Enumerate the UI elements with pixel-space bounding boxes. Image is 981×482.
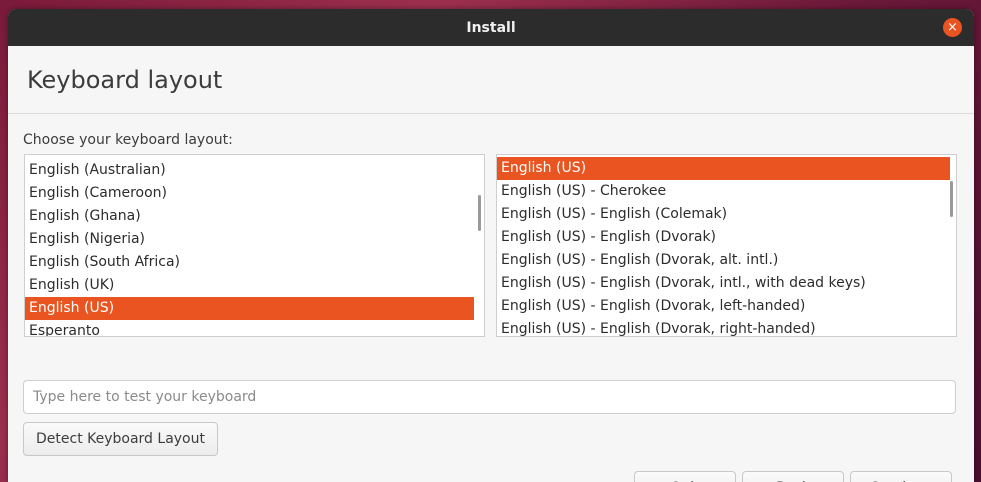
- list-item[interactable]: English (Australian): [25, 159, 474, 182]
- left-list-scrollbar[interactable]: [478, 195, 481, 231]
- page-header: Keyboard layout: [8, 46, 974, 114]
- detect-layout-button[interactable]: Detect Keyboard Layout: [23, 422, 218, 456]
- keyboard-test-input[interactable]: [23, 380, 956, 414]
- list-item-selected[interactable]: English (US): [25, 297, 474, 320]
- quit-button[interactable]: Quit: [634, 471, 736, 482]
- window-title: Install: [466, 19, 516, 36]
- layout-prompt: Choose your keyboard layout:: [23, 132, 233, 148]
- list-item[interactable]: English (South Africa): [25, 251, 474, 274]
- list-item[interactable]: English (US) - English (Dvorak, intl., w…: [497, 272, 950, 295]
- list-item[interactable]: English (UK): [25, 274, 474, 297]
- list-item[interactable]: English (Nigeria): [25, 228, 474, 251]
- list-item[interactable]: English (US) - English (Dvorak, right-ha…: [497, 318, 950, 336]
- list-item[interactable]: English (US) - Cherokee: [497, 180, 950, 203]
- installer-window: Install × Keyboard layout Choose your ke…: [8, 9, 974, 482]
- continue-button[interactable]: Continue: [850, 471, 952, 482]
- layout-variant-list[interactable]: English (US) English (US) - Cherokee Eng…: [496, 154, 957, 337]
- back-button[interactable]: Back: [742, 471, 844, 482]
- close-button[interactable]: ×: [943, 18, 962, 37]
- list-item[interactable]: English (US) - English (Colemak): [497, 203, 950, 226]
- list-item[interactable]: English (Ghana): [25, 205, 474, 228]
- title-bar: Install ×: [8, 9, 974, 46]
- list-item[interactable]: English (US) - English (Dvorak, alt. int…: [497, 249, 950, 272]
- list-item-selected[interactable]: English (US): [497, 157, 950, 180]
- content-area: Keyboard layout Choose your keyboard lay…: [8, 46, 974, 482]
- list-item[interactable]: English (US) - English (Dvorak): [497, 226, 950, 249]
- list-item[interactable]: English (US) - English (Dvorak, left-han…: [497, 295, 950, 318]
- layout-language-list[interactable]: English (Australian) English (Cameroon) …: [24, 154, 485, 337]
- list-item[interactable]: English (Cameroon): [25, 182, 474, 205]
- close-icon: ×: [947, 20, 958, 35]
- list-item[interactable]: Esperanto: [25, 320, 474, 336]
- page-title: Keyboard layout: [27, 66, 223, 94]
- right-list-scrollbar[interactable]: [950, 181, 953, 217]
